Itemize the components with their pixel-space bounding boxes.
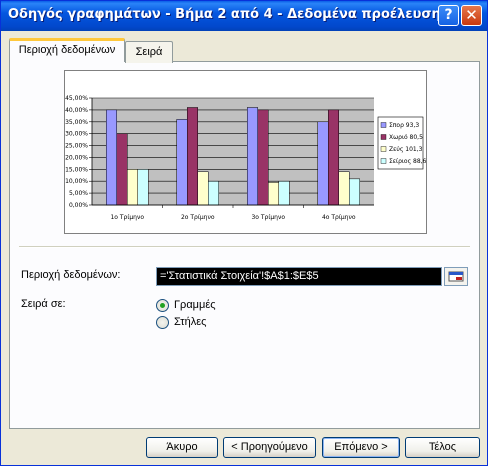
y-tick-label: 15,00% — [65, 166, 88, 173]
bar — [116, 133, 128, 206]
chart-preview: 0,00% 5,00% 10,00% 15,00% 20,00% 25,00% 30,00%… — [64, 70, 427, 234]
bar — [247, 107, 258, 206]
x-tick-label: 2ο Τρίμηνο — [181, 214, 215, 221]
y-tick-label: 10,00% — [65, 178, 88, 185]
bar — [197, 171, 209, 206]
chart-wizard-dialog: Οδηγός γραφημάτων - Βήμα 2 από 4 - Δεδομ… — [0, 0, 488, 466]
bar — [317, 121, 329, 206]
y-tick-label: 5,00% — [69, 190, 88, 197]
x-tick-label: 1ο Τρίμηνο — [110, 214, 144, 221]
columns-radio[interactable] — [156, 316, 169, 329]
series-in-label: Σειρά σε: — [21, 298, 66, 310]
bar — [208, 180, 219, 206]
y-tick-label: 25,00% — [65, 143, 88, 150]
bar — [278, 180, 290, 206]
x-tick-label: 4ο Τρίμηνο — [322, 214, 356, 221]
tab-series[interactable]: Σειρά — [125, 41, 173, 63]
next-button[interactable]: Επόμενο > — [322, 437, 400, 458]
rows-radio[interactable] — [156, 299, 169, 312]
bar — [349, 178, 360, 206]
tab-data-range[interactable]: Περιοχή δεδομένων — [9, 38, 125, 62]
radio-selected-dot — [160, 303, 165, 308]
columns-radio-label[interactable]: Στήλες — [174, 316, 206, 328]
bar — [176, 119, 188, 206]
bar — [137, 169, 149, 206]
y-tick-label: 0,00% — [69, 202, 88, 209]
legend-entry: Ζεύς 101,3 — [389, 146, 423, 153]
separator — [19, 246, 470, 248]
bar — [338, 171, 350, 206]
legend-entry: Σείριος 88,6 — [389, 158, 426, 165]
legend-swatch — [380, 146, 387, 152]
finish-button[interactable]: Τέλος — [405, 437, 480, 458]
data-range-label: Περιοχή δεδομένων: — [21, 269, 121, 281]
legend-entry: Χωριό 80,5 — [389, 134, 423, 141]
help-button[interactable]: ? — [438, 5, 459, 26]
collapse-dialog-button[interactable] — [444, 267, 468, 286]
title-bar: Οδηγός γραφημάτων - Βήμα 2 από 4 - Δεδομ… — [1, 1, 487, 31]
y-tick-label: 40,00% — [65, 107, 88, 114]
legend-swatch — [380, 158, 387, 164]
legend-entry: Σπορ 93,3 — [389, 122, 419, 129]
bar — [187, 107, 198, 206]
y-tick-label: 35,00% — [65, 119, 88, 126]
data-range-input[interactable]: ='Στατιστικά Στοιχεία'!$A$1:$E$5 — [156, 267, 442, 286]
close-button[interactable]: ✕ — [461, 5, 482, 26]
bar — [328, 109, 339, 206]
y-tick-label: 30,00% — [65, 131, 88, 138]
window-title: Οδηγός γραφημάτων - Βήμα 2 από 4 - Δεδομ… — [8, 7, 449, 22]
y-tick-label: 20,00% — [65, 154, 88, 161]
bar — [106, 109, 117, 206]
bar — [127, 169, 138, 206]
y-tick-label: 45,00% — [65, 95, 88, 102]
bar — [268, 182, 279, 206]
rows-radio-label[interactable]: Γραμμές — [174, 299, 216, 311]
chart-svg: 0,00% 5,00% 10,00% 15,00% 20,00% 25,00% 30,00%… — [65, 95, 426, 221]
bar — [257, 109, 269, 206]
x-tick-label: 3ο Τρίμηνο — [251, 214, 285, 221]
back-button[interactable]: < Προηγούμενο — [223, 437, 316, 458]
legend-swatch — [380, 134, 387, 140]
cancel-button[interactable]: Άκυρο — [146, 437, 218, 458]
range-selector-icon — [448, 271, 464, 282]
legend-swatch — [380, 122, 387, 128]
